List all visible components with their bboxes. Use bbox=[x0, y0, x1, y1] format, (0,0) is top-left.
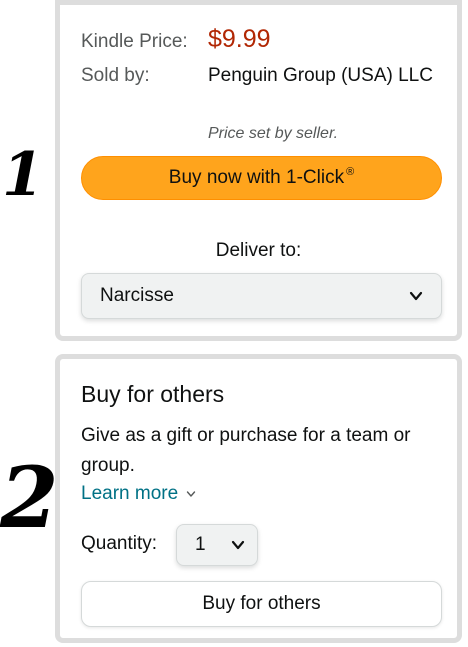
kindle-price: $9.99 bbox=[208, 25, 271, 53]
price-note: Price set by seller. bbox=[208, 125, 339, 142]
sold-by-label: Sold by: bbox=[81, 65, 150, 86]
deliver-to-value: Narcisse bbox=[100, 285, 174, 306]
annotation-marker-2: 2 bbox=[0, 448, 59, 547]
buy-for-others-button[interactable]: Buy for others bbox=[81, 581, 442, 627]
quantity-select[interactable]: 1 bbox=[176, 524, 258, 566]
quantity-value: 1 bbox=[195, 534, 206, 555]
registered-mark: ® bbox=[346, 166, 355, 178]
buy-for-others-title: Buy for others bbox=[81, 381, 225, 407]
buy-for-others-card: Buy for others Give as a gift or purchas… bbox=[55, 354, 462, 643]
purchase-card: Kindle Price: $9.99 Sold by: Penguin Gro… bbox=[55, 0, 462, 341]
learn-more-label: Learn more bbox=[81, 483, 179, 504]
buy-for-others-description: Give as a gift or purchase for a team or… bbox=[81, 425, 411, 476]
buy-now-1-click-button[interactable]: Buy now with 1-Click ® bbox=[81, 156, 442, 200]
chevron-down-icon bbox=[186, 491, 196, 497]
kindle-price-label: Kindle Price: bbox=[81, 31, 188, 52]
annotation-marker-1: 1 bbox=[2, 140, 44, 210]
learn-more-link[interactable]: Learn more bbox=[81, 483, 196, 505]
chevron-down-icon bbox=[231, 540, 245, 550]
quantity-label: Quantity: bbox=[81, 533, 158, 554]
deliver-to-label: Deliver to: bbox=[215, 240, 302, 261]
deliver-to-select[interactable]: Narcisse bbox=[81, 273, 442, 319]
seller-name: Penguin Group (USA) LLC bbox=[208, 65, 433, 86]
buy-now-label: Buy now with 1-Click bbox=[168, 167, 345, 188]
chevron-down-icon bbox=[409, 291, 423, 301]
buy-for-others-button-label: Buy for others bbox=[202, 593, 321, 614]
